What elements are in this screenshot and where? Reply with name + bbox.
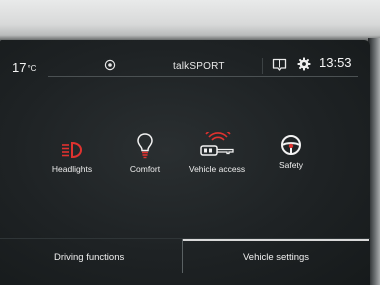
tab-label-driving-functions: Driving functions [54, 252, 125, 263]
outside-temperature: 17°C [12, 60, 36, 75]
temperature-value: 17 [12, 60, 27, 75]
tab-vehicle-settings[interactable]: Vehicle settings [183, 239, 370, 285]
temperature-unit: °C [27, 64, 37, 73]
key-fob-icon [200, 132, 234, 156]
status-bar-underline [48, 76, 358, 77]
status-divider [262, 58, 263, 74]
steering-wheel-icon [281, 135, 301, 155]
dashboard-bezel-top [0, 0, 380, 44]
tile-label-headlights: Headlights [51, 164, 93, 174]
headlight-icon [62, 141, 83, 159]
settings-gear-icon[interactable] [297, 57, 311, 71]
tile-label-safety: Safety [278, 160, 304, 170]
audio-source-label[interactable]: talkSPORT [173, 61, 225, 72]
status-bar: 17°C talkSPORT 13:53 [0, 40, 370, 80]
lightbulb-icon [137, 133, 153, 159]
tile-headlights[interactable]: Headlights [36, 140, 108, 174]
tile-comfort[interactable]: Comfort [109, 132, 181, 174]
tile-vehicle-access[interactable]: Vehicle access [181, 132, 253, 174]
tab-label-vehicle-settings: Vehicle settings [243, 252, 310, 263]
tile-label-vehicle-access: Vehicle access [188, 164, 246, 174]
tile-label-comfort: Comfort [129, 164, 161, 174]
infotainment-screen: 17°C talkSPORT 13:53 Headlights Comfort … [0, 40, 370, 285]
tile-safety[interactable]: Safety [255, 134, 327, 170]
active-tab-indicator [183, 239, 369, 241]
manual-book-icon[interactable] [272, 58, 287, 71]
clock-time: 13:53 [319, 55, 352, 70]
navigation-location-icon[interactable] [104, 59, 116, 71]
tab-driving-functions[interactable]: Driving functions [0, 239, 182, 285]
